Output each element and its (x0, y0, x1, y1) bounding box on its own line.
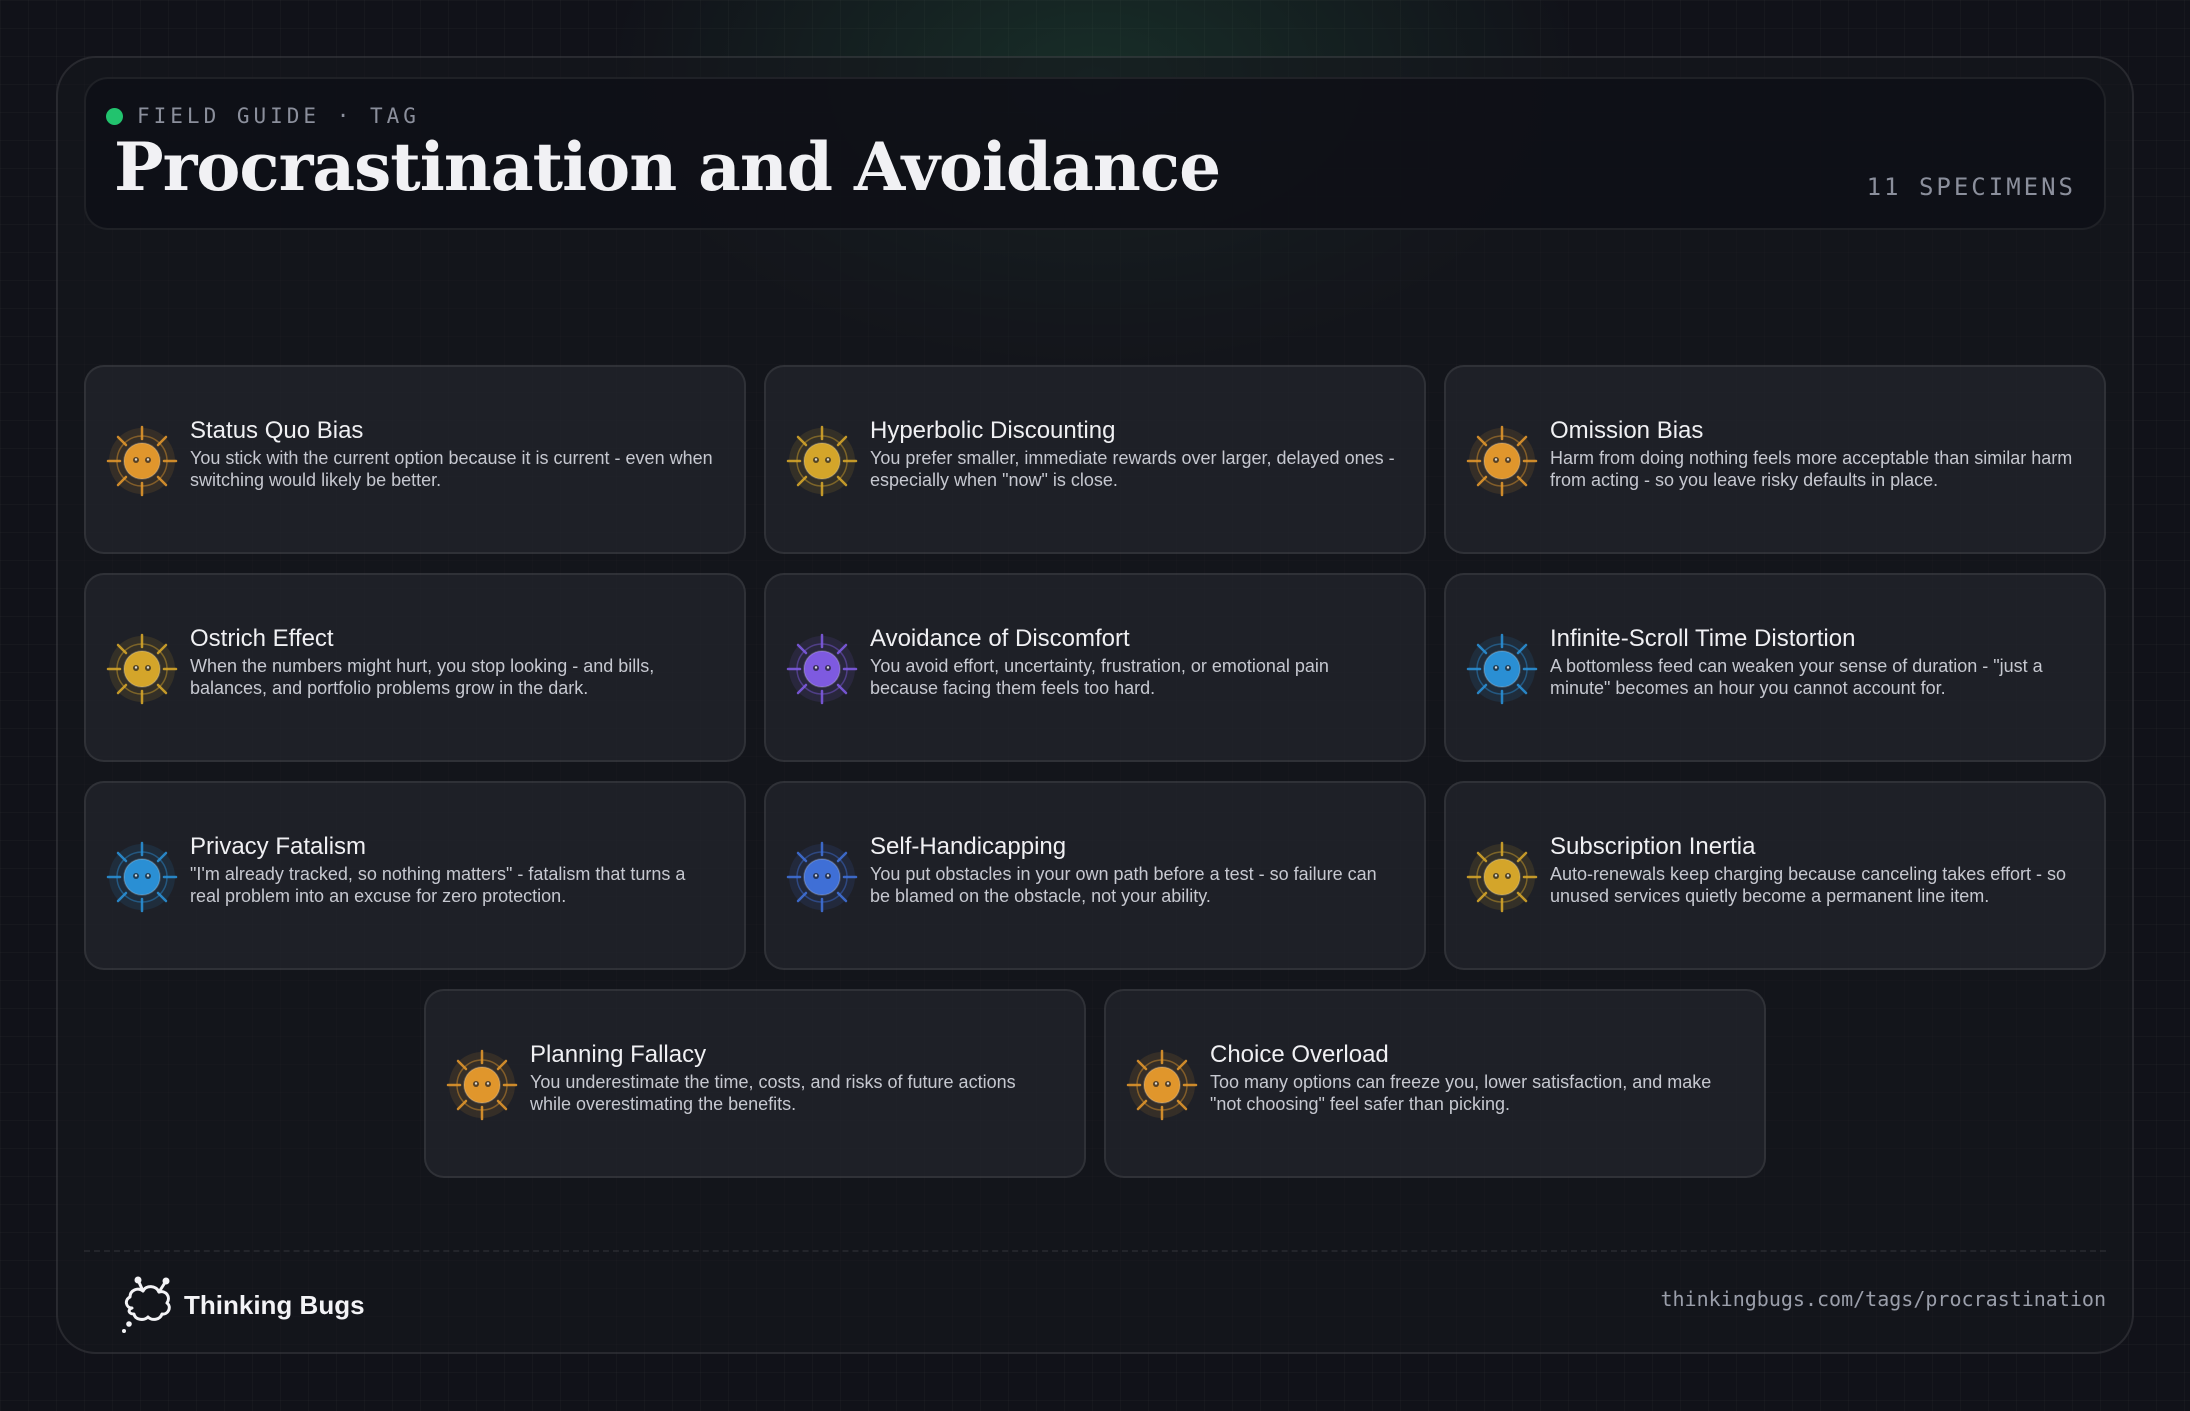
card-privacy-fatalism[interactable]: Privacy Fatalism "I'm already tracked, so… (84, 781, 746, 970)
purple-bug-icon (786, 633, 858, 705)
blue-bug-icon (106, 841, 178, 913)
eyebrow: FIELD GUIDE · TAG (106, 104, 420, 128)
card-title: Infinite-Scroll Time Distortion (1550, 625, 1856, 652)
brand[interactable]: Thinking Bugs (118, 1274, 365, 1336)
thinking-bugs-logo-icon (122, 1276, 171, 1333)
card-title: Status Quo Bias (190, 417, 364, 444)
card-title: Avoidance of Discomfort (870, 625, 1130, 652)
card-title: Omission Bias (1550, 417, 1704, 444)
card-title: Privacy Fatalism (190, 833, 367, 860)
brand-name: Thinking Bugs (184, 1289, 365, 1320)
card-subscription-inertia[interactable]: Subscription Inertia Auto-renewals keep c… (1444, 781, 2106, 970)
card-description: You avoid effort, uncertainty, frustrati… (870, 656, 1329, 698)
footer-url[interactable]: thinkingbugs.com/tags/procrastination (1660, 1287, 2106, 1311)
card-choice-overload[interactable]: Choice Overload Too many options can free… (1104, 989, 1766, 1178)
footer-divider (84, 1250, 2106, 1252)
card-description: You stick with the current option becaus… (190, 448, 713, 490)
gold-bug-icon (106, 633, 178, 705)
card-title: Subscription Inertia (1550, 833, 1756, 860)
card-description: You put obstacles in your own path befor… (870, 864, 1377, 906)
card-description: "I'm already tracked, so nothing matters… (190, 864, 686, 906)
card-ostrich-effect[interactable]: Ostrich Effect When the numbers might hur… (84, 573, 746, 762)
card-description: You underestimate the time, costs, and r… (530, 1072, 1016, 1114)
orange-bug-icon (106, 425, 178, 497)
card-description: When the numbers might hurt, you stop lo… (190, 656, 655, 698)
card-description: Harm from doing nothing feels more accep… (1550, 448, 2073, 490)
card-description: You prefer smaller, immediate rewards ov… (870, 448, 1395, 490)
card-avoidance-of-discomfort[interactable]: Avoidance of Discomfort You avoid effort,… (764, 573, 1426, 762)
card-title: Planning Fallacy (530, 1041, 707, 1068)
card-omission-bias[interactable]: Omission Bias Harm from doing nothing fee… (1444, 365, 2106, 554)
eyebrow-label: FIELD GUIDE · TAG (137, 104, 420, 128)
card-planning-fallacy[interactable]: Planning Fallacy You underestimate the ti… (424, 989, 1086, 1178)
card-title: Choice Overload (1210, 1041, 1389, 1068)
page-title: Procrastination and Avoidance (114, 128, 1221, 206)
card-self-handicapping[interactable]: Self-Handicapping You put obstacles in yo… (764, 781, 1426, 970)
orange-bug-icon (1466, 425, 1538, 497)
card-title: Self-Handicapping (870, 833, 1067, 860)
card-description: Too many options can freeze you, lower s… (1210, 1072, 1712, 1114)
gold-bug-icon (1466, 841, 1538, 913)
specimen-count: 11 SPECIMENS (1866, 173, 2076, 201)
card-hyperbolic-discounting[interactable]: Hyperbolic Discounting You prefer smaller… (764, 365, 1426, 554)
card-description: A bottomless feed can weaken your sense … (1550, 656, 2043, 698)
orange-bug-icon (446, 1049, 518, 1121)
card-status-quo-bias[interactable]: Status Quo Bias You stick with the curren… (84, 365, 746, 554)
card-description: Auto-renewals keep charging because canc… (1550, 864, 2066, 906)
card-title: Hyperbolic Discounting (870, 417, 1116, 444)
blue-bug-icon (1466, 633, 1538, 705)
blue-bug-icon (786, 841, 858, 913)
card-title: Ostrich Effect (190, 625, 334, 652)
status-dot (106, 107, 123, 125)
card-infinite-scroll-time-distortion[interactable]: Infinite-Scroll Time Distortion A bottoml… (1444, 573, 2106, 762)
gold-bug-icon (786, 425, 858, 497)
orange-bug-icon (1126, 1049, 1198, 1121)
